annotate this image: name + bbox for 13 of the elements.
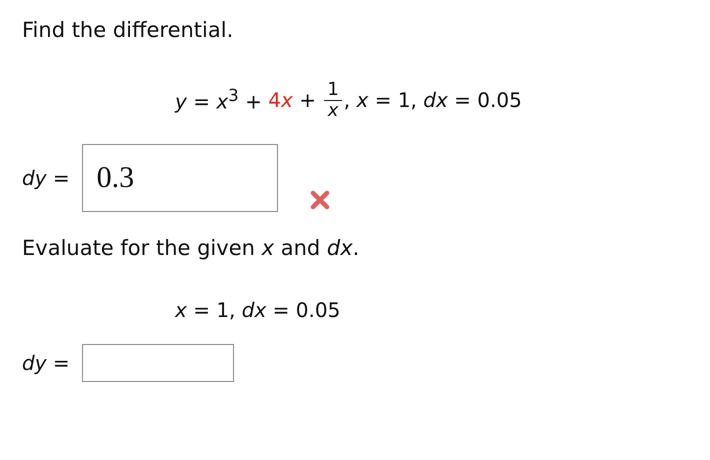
answer-field[interactable]: 0.3 [82,144,278,212]
equation-text: , x = 1, dx = 0.05 [344,88,522,112]
given-values: x = 1, dx = 0.05 [175,298,340,322]
equation-text: + [298,88,317,112]
fraction-denominator: x [328,100,338,120]
answer-field[interactable] [82,344,234,382]
answer-label: dy = [22,166,70,190]
question-prompt: Find the differential. [22,18,234,42]
instruction-text: Evaluate for the given x and dx. [22,236,360,260]
highlighted-term: 4x [268,88,293,112]
fraction-numerator: 1 [324,80,342,100]
answer-label: dy = [22,351,70,375]
equation-text: y = x$^{3}$ + [175,86,263,114]
